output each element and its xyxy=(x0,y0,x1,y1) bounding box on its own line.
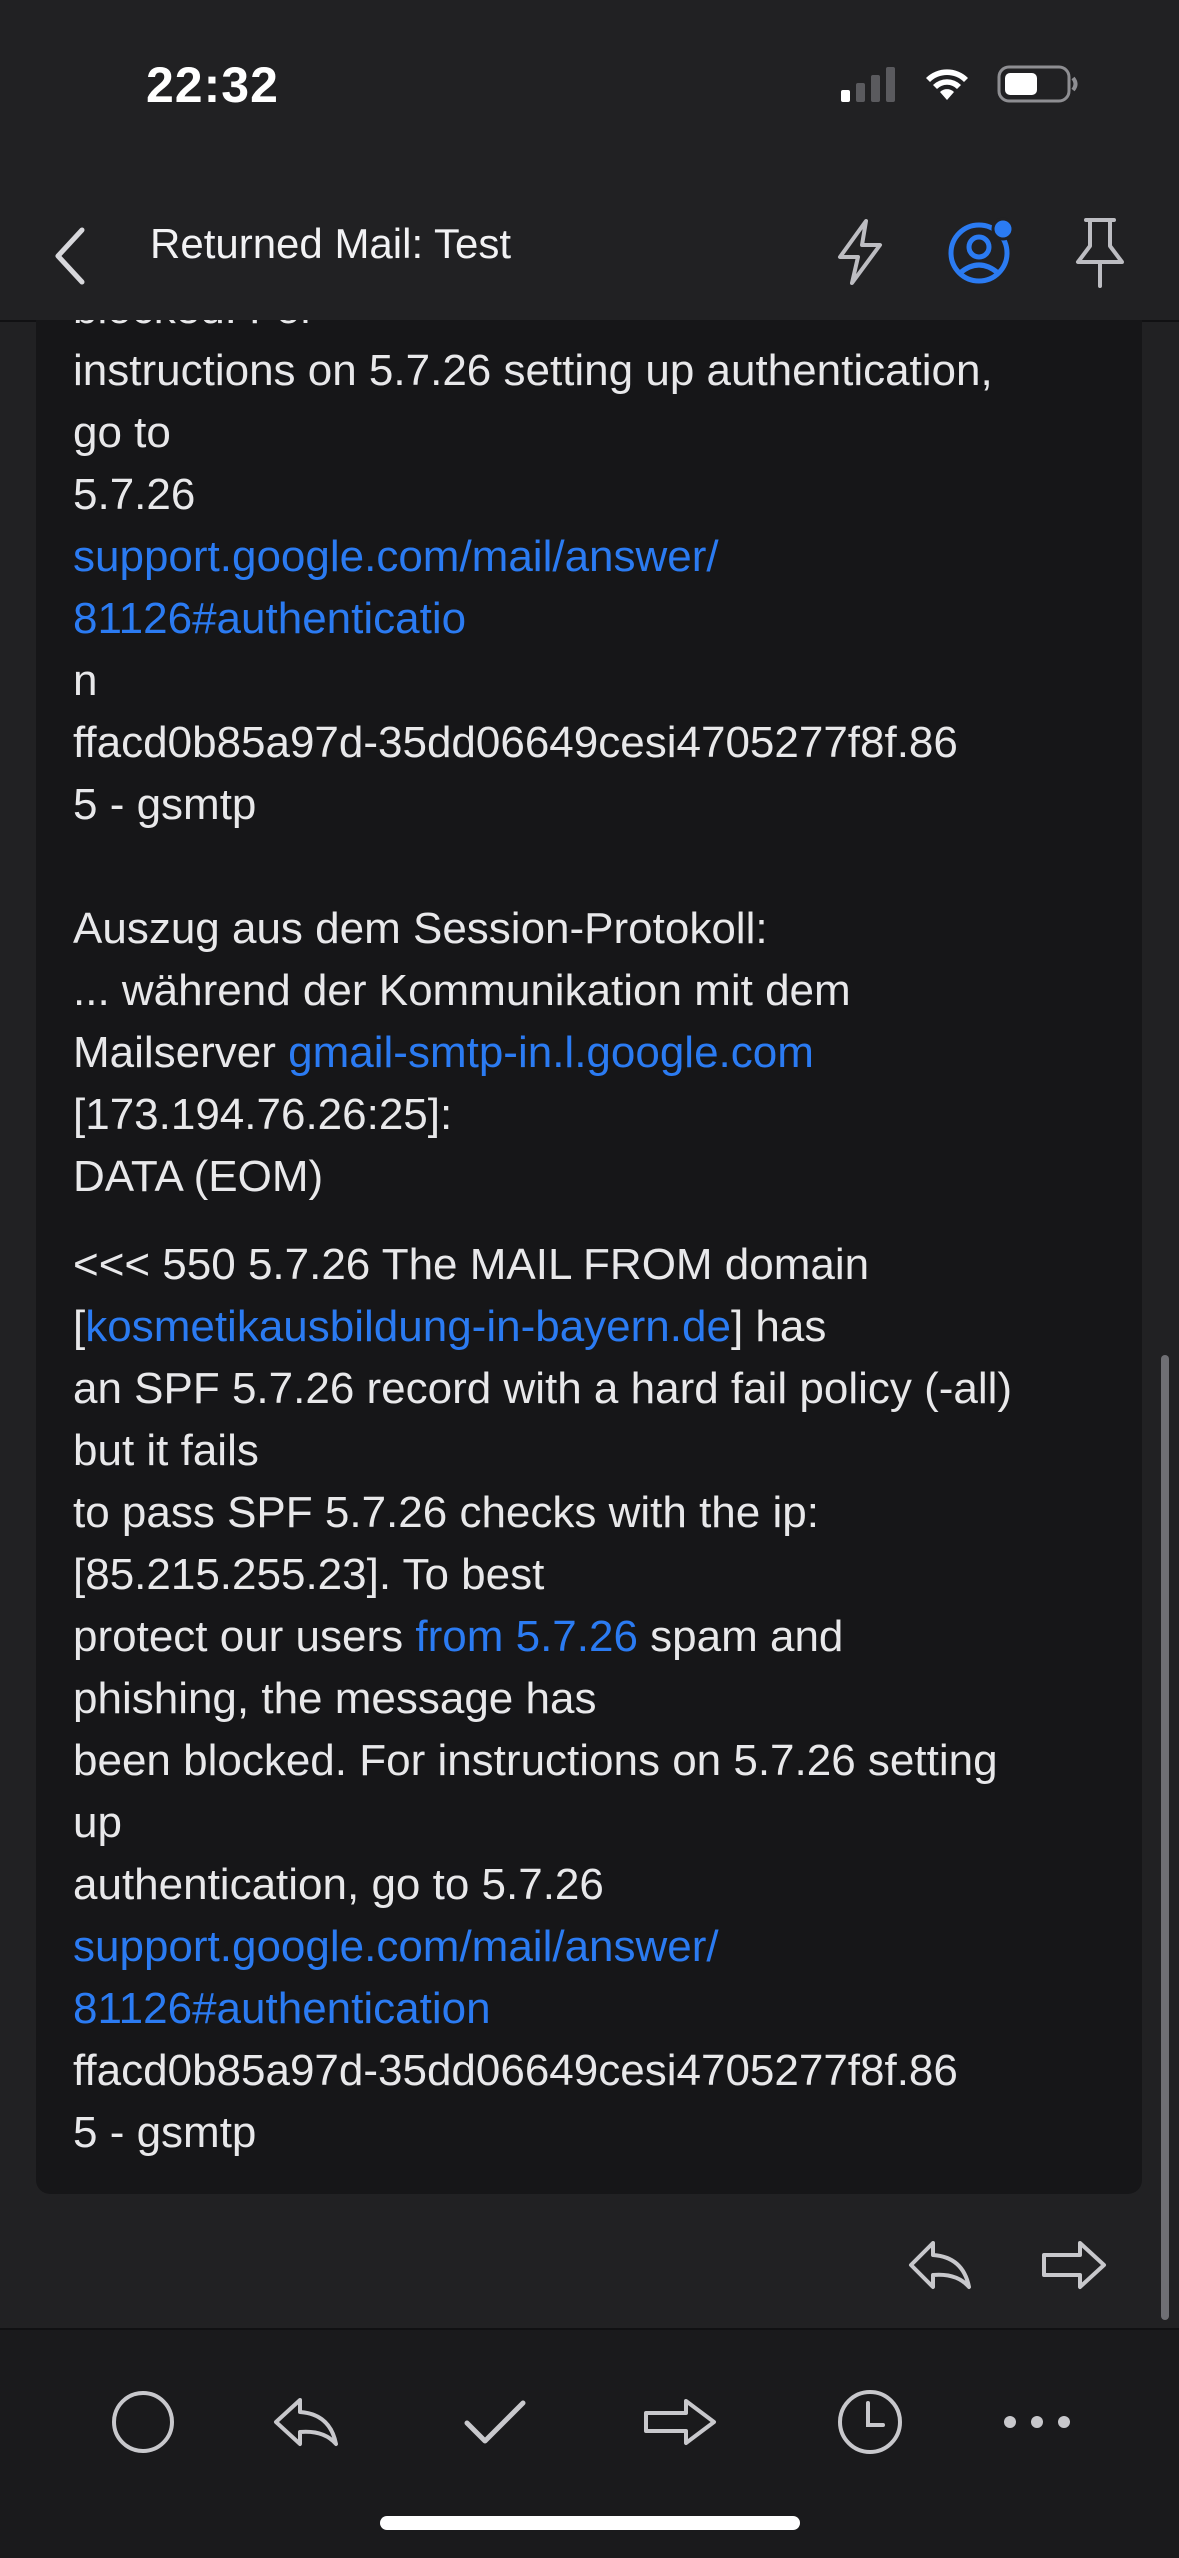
forward-button[interactable] xyxy=(1029,2230,1119,2300)
mail-line: but it fails xyxy=(73,1426,259,1475)
mail-line: an SPF 5.7.26 record with a hard fail po… xyxy=(73,1364,1013,1413)
mail-line: n xyxy=(73,656,98,705)
mail-line: [173.194.76.26:25]: xyxy=(73,1090,453,1139)
mail-line: instructions on 5.7.26 setting up authen… xyxy=(73,346,993,395)
mail-line: ... während der Kommunikation mit dem xyxy=(73,966,851,1015)
mail-link[interactable]: kosmetikausbildung-in-bayern.de xyxy=(85,1302,731,1351)
mail-text: blocked. For instructions on 5.7.26 sett… xyxy=(73,320,1113,2164)
reply-all-icon xyxy=(909,2241,971,2289)
more-icon xyxy=(1004,2416,1070,2428)
mail-link[interactable]: gmail-smtp-in.l.google.com xyxy=(288,1028,814,1077)
mail-line: blocked. For xyxy=(73,320,1113,340)
mail-line: [kosmetikausbildung-in-bayern.de] has xyxy=(73,1296,1113,1358)
mail-line: phishing, the message has xyxy=(73,1674,597,1723)
mail-line: Mailserver gmail-smtp-in.l.google.com xyxy=(73,1022,1113,1084)
mail-text-fragment: Mailserver xyxy=(73,1028,289,1077)
mail-line: ffacd0b85a97d-35dd06649cesi4705277f8f.86 xyxy=(73,718,958,767)
mail-body: blocked. For instructions on 5.7.26 sett… xyxy=(36,320,1142,2194)
account-button[interactable] xyxy=(940,212,1020,292)
clock-icon xyxy=(838,2390,902,2454)
account-icon xyxy=(948,217,1015,284)
pin-icon xyxy=(1076,218,1124,288)
cellular-signal-icon xyxy=(841,66,897,102)
status-time: 22:32 xyxy=(146,57,279,113)
status-icons xyxy=(841,64,1079,104)
back-button[interactable] xyxy=(50,216,110,296)
mail-text-fragment: [ xyxy=(73,1302,86,1351)
mail-link[interactable]: 81126#authenticatio xyxy=(73,588,1113,650)
wifi-icon xyxy=(923,66,971,102)
mail-line: 5 - gsmtp xyxy=(73,780,257,829)
mail-line: authentication, go to 5.7.26 xyxy=(73,1860,604,1909)
mail-link[interactable]: 81126#authentication xyxy=(73,1978,1113,2040)
forward-icon xyxy=(1042,2241,1106,2289)
mail-line: go to xyxy=(73,408,171,457)
quick-action-button[interactable] xyxy=(820,212,900,292)
forward-icon xyxy=(644,2399,716,2445)
mail-line: protect our users from 5.7.26 spam and xyxy=(73,1606,1113,1668)
battery-icon xyxy=(997,64,1079,104)
mail-line: been blocked. For instructions on 5.7.26… xyxy=(73,1736,998,1785)
mail-line: to pass SPF 5.7.26 checks with the ip: xyxy=(73,1488,819,1537)
more-button[interactable] xyxy=(987,2372,1087,2472)
mail-line: <<< 550 5.7.26 The MAIL FROM domain xyxy=(73,1240,870,1289)
mail-line: Auszug aus dem Session-Protokoll: xyxy=(73,904,768,953)
mark-button[interactable] xyxy=(93,2372,193,2472)
mail-link[interactable]: from 5.7.26 xyxy=(415,1612,638,1661)
mail-text-fragment: protect our users xyxy=(73,1612,416,1661)
mail-link[interactable]: support.google.com/mail/answer/ xyxy=(73,526,1113,588)
nav-bar: Returned Mail: Test xyxy=(0,190,1179,322)
reply-button[interactable] xyxy=(256,2372,356,2472)
mail-line: DATA (EOM) xyxy=(73,1152,324,1201)
mail-link[interactable]: support.google.com/mail/answer/ xyxy=(73,1916,1113,1978)
forward-message-button[interactable] xyxy=(630,2372,730,2472)
reply-icon xyxy=(274,2398,338,2446)
home-indicator[interactable] xyxy=(380,2516,800,2530)
mail-line: 5 - gsmtp xyxy=(73,2108,257,2157)
mail-line: ffacd0b85a97d-35dd06649cesi4705277f8f.86 xyxy=(73,2046,958,2095)
scrollbar[interactable] xyxy=(1161,1355,1169,2320)
checkmark-icon xyxy=(464,2400,526,2444)
lightning-icon xyxy=(838,219,882,285)
page-title: Returned Mail: Test xyxy=(150,220,512,267)
circle-icon xyxy=(112,2391,174,2453)
card-actions xyxy=(895,2230,1119,2300)
reply-all-button[interactable] xyxy=(895,2230,985,2300)
mail-line: [85.215.255.23]. To best xyxy=(73,1550,545,1599)
snooze-button[interactable] xyxy=(820,2372,920,2472)
mail-text-fragment: spam and xyxy=(637,1612,844,1661)
status-bar: 22:32 xyxy=(0,0,1179,170)
back-icon xyxy=(55,227,85,285)
mail-line: up xyxy=(73,1798,122,1847)
mail-text-fragment: ] has xyxy=(730,1302,827,1351)
mail-line: 5.7.26 xyxy=(73,470,196,519)
pin-button[interactable] xyxy=(1060,212,1140,292)
done-button[interactable] xyxy=(445,2372,545,2472)
